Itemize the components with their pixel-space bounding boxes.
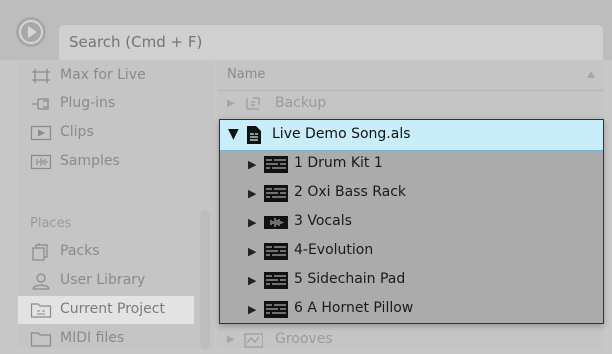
live-set-icon	[247, 126, 261, 144]
sidebar-item-label: Samples	[60, 153, 120, 169]
packs-icon	[32, 243, 48, 261]
rack-icon	[264, 243, 288, 260]
set-contents-popup: ▼ Live Demo Song.als ▶ 1 Drum Kit 1 ▶ 2 …	[219, 119, 604, 324]
groove-icon	[244, 333, 263, 348]
expand-arrow-icon[interactable]: ▶	[248, 158, 256, 171]
sidebar-item-label: MIDI files	[60, 330, 125, 346]
places-heading: Places	[30, 216, 72, 231]
folder-icon	[30, 332, 52, 347]
track-row[interactable]: ▶ 6 A Hornet Pillow	[220, 295, 603, 324]
track-label: 5 Sidechain Pad	[294, 271, 406, 287]
user-icon	[32, 273, 50, 290]
list-item-label: Grooves	[275, 331, 333, 347]
expand-arrow-icon[interactable]: ▶	[248, 303, 256, 316]
sidebar-item-label: User Library	[60, 272, 146, 288]
preview-play-button[interactable]	[16, 17, 46, 47]
name-column-header[interactable]: Name	[217, 60, 604, 91]
sidebar-item-current-project[interactable]: Current Project	[18, 296, 194, 324]
track-row[interactable]: ▶ 4-Evolution	[220, 237, 603, 266]
track-label: 4-Evolution	[294, 242, 374, 258]
expand-arrow-icon[interactable]: ▶	[248, 187, 256, 200]
search-input[interactable]	[69, 33, 569, 51]
track-row[interactable]: ▶ 1 Drum Kit 1	[220, 150, 603, 179]
expand-arrow-icon[interactable]: ▶	[248, 245, 256, 258]
list-item[interactable]: ▶ Grooves	[227, 326, 604, 354]
list-item-label: Backup	[275, 95, 327, 111]
list-item[interactable]: ▶ Backup	[227, 90, 604, 118]
sidebar-item-packs[interactable]: Packs	[18, 238, 198, 266]
sample-icon	[30, 154, 52, 170]
plug-in-icon	[32, 98, 49, 110]
popup-file-row[interactable]: ▼ Live Demo Song.als	[220, 120, 603, 151]
sidebar-item-label: Clips	[60, 124, 94, 140]
sidebar-item-label: Packs	[60, 243, 100, 259]
track-row[interactable]: ▶ 2 Oxi Bass Rack	[220, 179, 603, 208]
rack-icon	[264, 272, 288, 289]
sort-ascending-icon	[587, 71, 595, 78]
expand-arrow-icon[interactable]: ▶	[248, 216, 256, 229]
rack-icon	[264, 156, 288, 173]
popup-file-name: Live Demo Song.als	[272, 126, 411, 142]
audio-track-icon	[264, 216, 288, 229]
rack-icon	[264, 301, 288, 318]
track-row[interactable]: ▶ 3 Vocals	[220, 208, 603, 237]
expand-arrow-icon[interactable]: ▶	[227, 334, 235, 345]
max-for-live-icon	[32, 69, 50, 83]
sidebar-scrollbar[interactable]	[200, 210, 210, 350]
column-header-label: Name	[227, 67, 266, 82]
backup-icon	[246, 97, 260, 110]
rack-icon	[264, 185, 288, 202]
search-box[interactable]	[58, 24, 604, 60]
project-folder-icon	[30, 303, 52, 318]
sidebar-item-plug-ins[interactable]: Plug-ins	[18, 90, 198, 118]
sidebar: Max for Live Plug-ins Clips Samples Plac…	[18, 60, 214, 350]
track-label: 1 Drum Kit 1	[294, 155, 383, 171]
collapse-arrow-icon[interactable]: ▼	[228, 126, 239, 142]
expand-arrow-icon[interactable]: ▶	[248, 274, 256, 287]
track-label: 2 Oxi Bass Rack	[294, 184, 407, 200]
expand-arrow-icon[interactable]: ▶	[227, 98, 235, 109]
track-label: 6 A Hornet Pillow	[294, 300, 414, 316]
sidebar-item-clips[interactable]: Clips	[18, 119, 198, 147]
sidebar-item-label: Max for Live	[60, 67, 146, 83]
track-row[interactable]: ▶ 5 Sidechain Pad	[220, 266, 603, 295]
sidebar-item-label: Current Project	[60, 301, 165, 317]
sidebar-item-user-library[interactable]: User Library	[18, 267, 198, 295]
sidebar-item-samples[interactable]: Samples	[18, 148, 198, 176]
sidebar-item-label: Plug-ins	[60, 95, 116, 111]
play-icon	[19, 20, 43, 44]
clip-icon	[30, 125, 52, 141]
sidebar-item-max-for-live[interactable]: Max for Live	[18, 62, 198, 90]
browser-toolbar	[0, 0, 612, 60]
track-label: 3 Vocals	[294, 213, 352, 229]
